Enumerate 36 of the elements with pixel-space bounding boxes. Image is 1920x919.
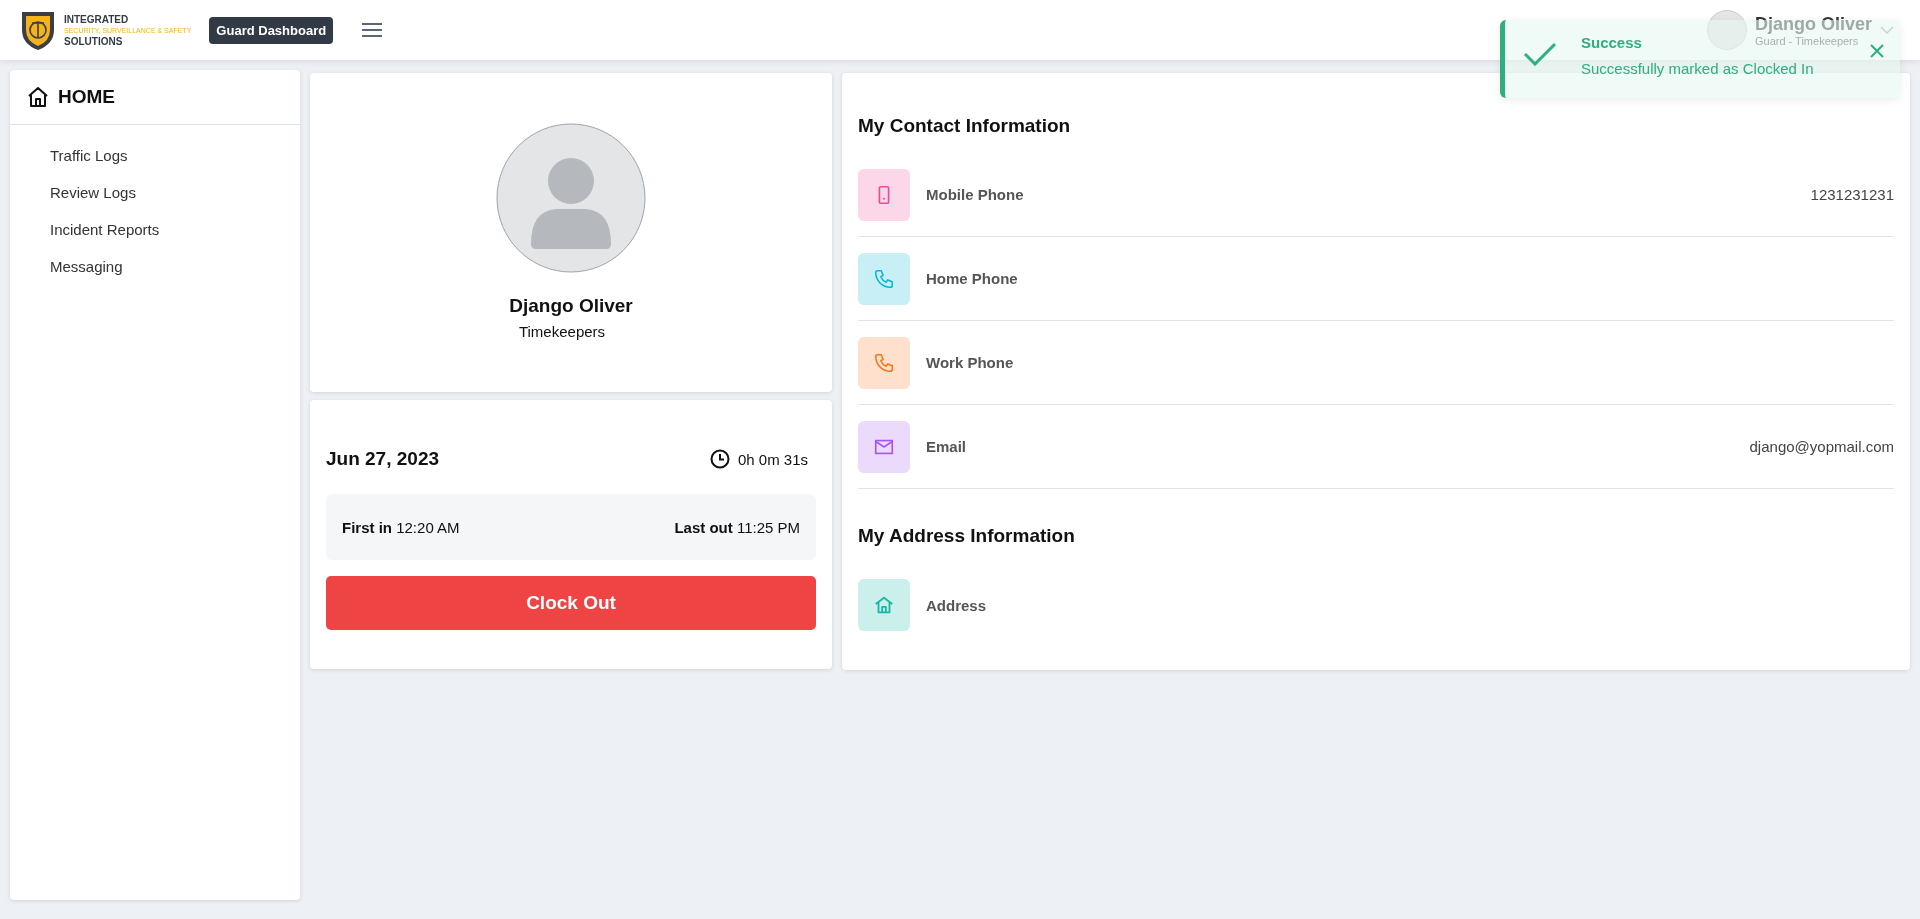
sidebar-item[interactable]: Review Logs xyxy=(50,174,136,211)
sidebar-item[interactable]: Traffic Logs xyxy=(50,137,128,174)
contact-label: Mobile Phone xyxy=(926,186,1025,203)
chevron-down-icon[interactable] xyxy=(1880,26,1894,34)
sidebar-item[interactable]: Incident Reports xyxy=(50,211,160,248)
section-heading: My Contact Information xyxy=(858,115,1072,137)
profile-group: Timekeepers xyxy=(518,323,606,340)
clock-out-button[interactable]: Clock Out xyxy=(326,576,816,630)
toast-title: Success xyxy=(1581,34,1642,51)
close-icon[interactable] xyxy=(1870,44,1884,58)
contact-label: Home Phone xyxy=(926,270,1019,287)
sidebar-item[interactable]: Messaging xyxy=(50,248,123,285)
contact-value: django@yopmail.com xyxy=(1749,438,1894,455)
first-in-text: First in 12:20 AM xyxy=(342,518,460,536)
checkmark-icon xyxy=(1523,42,1557,66)
profile-name: Django Oliver xyxy=(509,295,633,317)
user-name: Django Oliver xyxy=(1754,13,1872,35)
contact-label: Email xyxy=(926,438,968,455)
elapsed-time: 0h 0m 31s xyxy=(737,450,808,468)
contact-label: Address xyxy=(926,596,988,614)
last-out-text: Last out 11:25 PM xyxy=(674,518,800,536)
contact-value: 1231231231 xyxy=(1810,186,1894,203)
avatar-icon xyxy=(496,123,646,273)
logo-text: INTEGRATED xyxy=(64,13,130,25)
sidebar-title: HOME xyxy=(58,86,115,108)
section-heading: My Address Information xyxy=(858,525,1076,547)
logo-text: SOLUTIONS xyxy=(64,35,124,47)
contact-label: Work Phone xyxy=(926,354,1015,371)
dashboard-badge: Guard Dashboard xyxy=(209,16,334,44)
user-role: Guard - Timekeepers xyxy=(1754,34,1860,47)
clock-icon xyxy=(709,449,730,469)
avatar-icon[interactable] xyxy=(1706,10,1747,50)
date-text: Jun 27, 2023 xyxy=(326,448,440,470)
toast-message: Successfully marked as Clocked In xyxy=(1581,60,1814,77)
home-icon xyxy=(26,85,50,109)
menu-icon[interactable] xyxy=(361,22,384,38)
